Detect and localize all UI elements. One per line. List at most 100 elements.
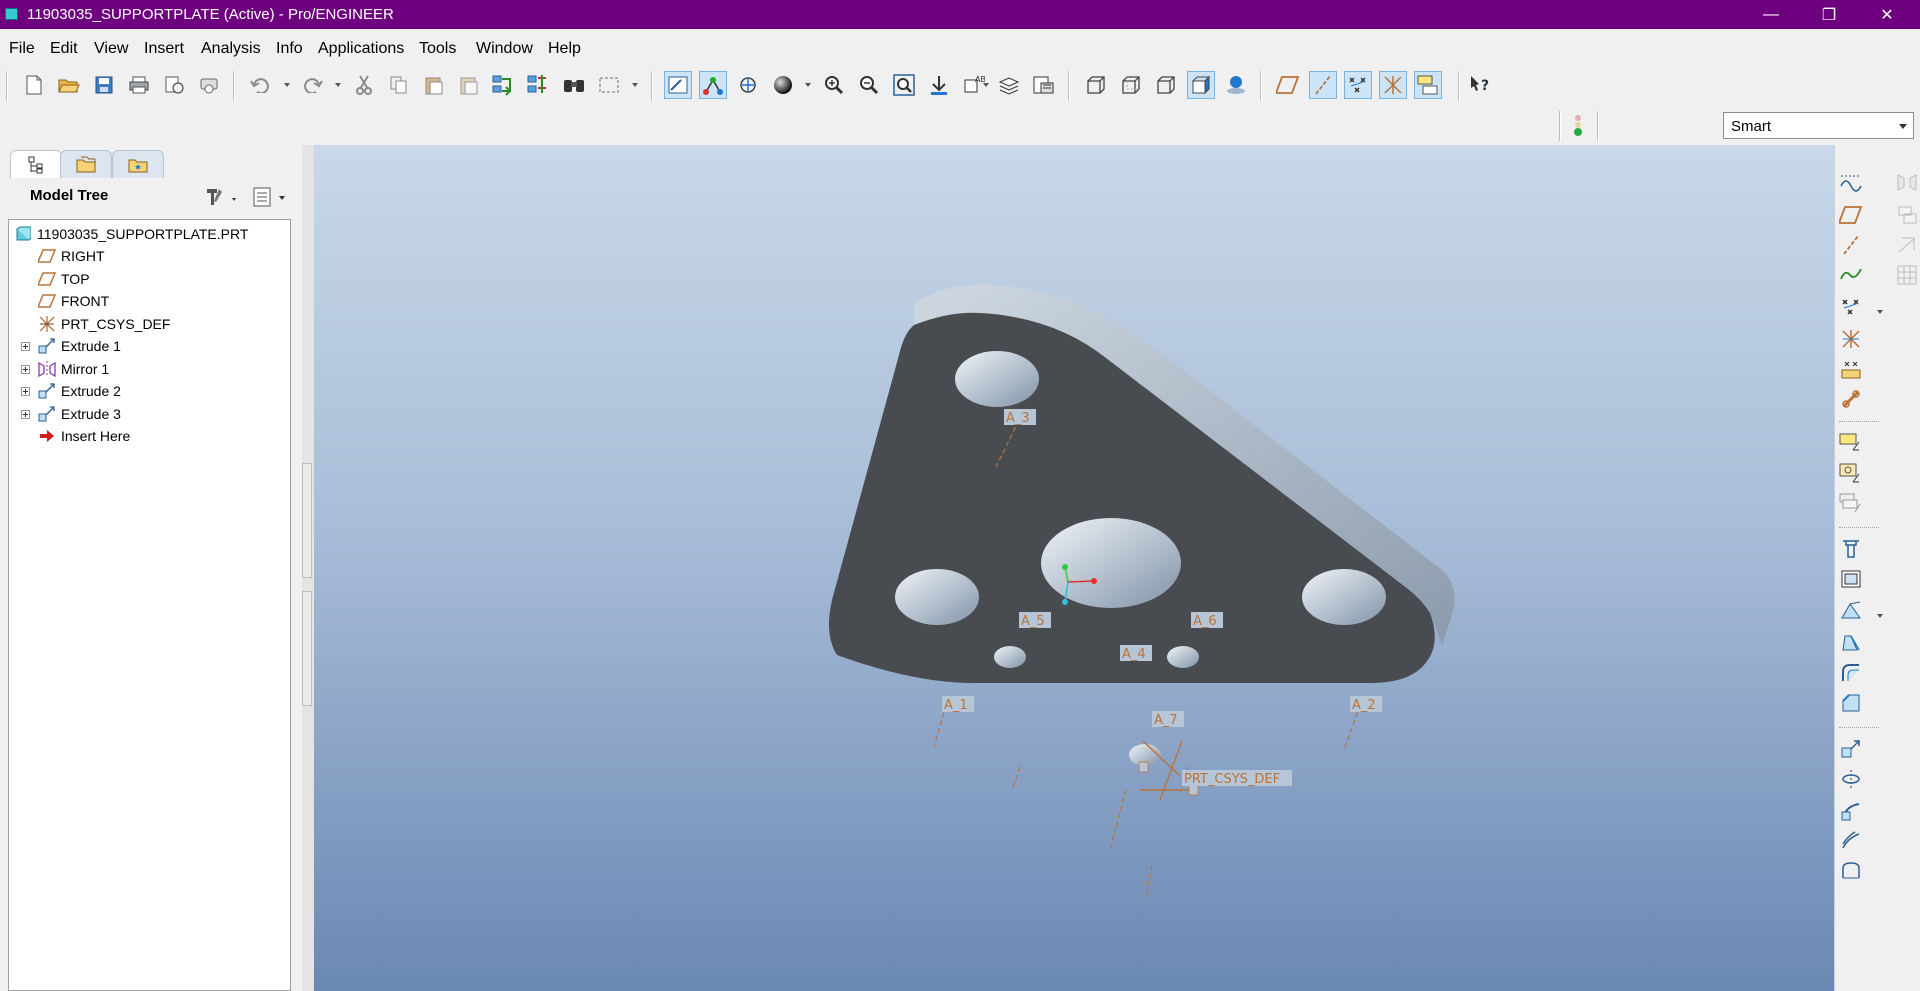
tab-model-tree[interactable]	[10, 150, 62, 178]
spin-center-icon[interactable]	[699, 71, 727, 99]
menu-insert[interactable]: Insert	[144, 40, 184, 58]
send-email-icon[interactable]	[160, 71, 188, 99]
cut-icon[interactable]	[350, 71, 378, 99]
tree-settings-button[interactable]	[203, 185, 243, 209]
paste-icon[interactable]	[420, 71, 448, 99]
menu-edit[interactable]: Edit	[50, 40, 78, 58]
graphics-window[interactable]: A_3 A_5 A_6 A_4 A_1 A_2 A_7 PRT_CSYS_DEF	[314, 145, 1834, 991]
zoom-out-icon[interactable]	[855, 71, 883, 99]
rib-tool-icon[interactable]	[1837, 597, 1865, 625]
sweep-tool-icon[interactable]	[1837, 797, 1865, 825]
menu-view[interactable]: View	[94, 40, 128, 58]
expand-extrude-3[interactable]	[21, 410, 30, 419]
csys-display-icon[interactable]	[1379, 71, 1407, 99]
csys-tool-icon[interactable]	[1837, 325, 1865, 353]
regenerate-icon[interactable]	[490, 71, 518, 99]
tree-item-csys[interactable]: PRT_CSYS_DEF	[37, 314, 170, 334]
menu-file[interactable]: File	[9, 40, 35, 58]
undo-dropdown-icon[interactable]	[284, 83, 290, 87]
repaint-icon[interactable]	[664, 71, 692, 99]
splitter-handle-top[interactable]	[302, 463, 312, 578]
splitter-handle-bottom[interactable]	[302, 591, 312, 706]
hole-tool-icon[interactable]	[1837, 535, 1865, 563]
tree-item-front[interactable]: FRONT	[37, 291, 109, 311]
datum-axes-display-icon[interactable]	[1309, 71, 1337, 99]
menu-analysis[interactable]: Analysis	[201, 40, 261, 58]
blend-tool-icon[interactable]	[1837, 827, 1865, 855]
tree-display-button[interactable]	[252, 185, 292, 209]
mirror-tool-icon[interactable]	[1893, 169, 1920, 197]
context-help-icon[interactable]: ?	[1468, 71, 1496, 99]
tree-item-insert-here[interactable]: Insert Here	[37, 426, 130, 446]
print-icon[interactable]	[125, 71, 153, 99]
menu-tools[interactable]: Tools	[419, 40, 456, 58]
regeneration-manager-icon[interactable]	[525, 71, 553, 99]
rib-dropdown-icon[interactable]	[1877, 614, 1883, 618]
trim-tool-icon[interactable]	[1893, 231, 1920, 259]
round-tool-icon[interactable]	[1837, 659, 1865, 687]
sketch-tool-icon[interactable]	[1837, 169, 1865, 197]
expand-extrude-1[interactable]	[21, 342, 30, 351]
panel-splitter[interactable]	[302, 145, 314, 991]
open-folder-icon[interactable]	[55, 71, 83, 99]
menu-info[interactable]: Info	[276, 40, 303, 58]
shading-sphere-icon[interactable]	[769, 71, 797, 99]
pattern-tool-icon[interactable]	[1893, 261, 1920, 289]
tree-item-mirror-1[interactable]: Mirror 1	[37, 359, 109, 379]
save-icon[interactable]	[90, 71, 118, 99]
enhanced-realism-icon[interactable]	[1222, 71, 1250, 99]
part-model-view[interactable]: A_3 A_5 A_6 A_4 A_1 A_2 A_7 PRT_CSYS_DEF	[314, 145, 1834, 991]
undo-icon[interactable]	[247, 71, 275, 99]
reference-tool-icon[interactable]	[1837, 385, 1865, 413]
shading-icon[interactable]	[1187, 71, 1215, 99]
paste-special-icon[interactable]	[455, 71, 483, 99]
draft-tool-icon[interactable]	[1837, 629, 1865, 657]
menu-window[interactable]: Window	[476, 40, 533, 58]
select-box-icon[interactable]	[595, 71, 623, 99]
new-file-icon[interactable]	[20, 71, 48, 99]
datum-planes-display-icon[interactable]	[1274, 71, 1302, 99]
revolve-tool-icon[interactable]	[1837, 765, 1865, 793]
merge-tool-icon[interactable]	[1893, 201, 1920, 229]
menu-applications[interactable]: Applications	[318, 40, 404, 58]
boundary-blend-tool-icon[interactable]	[1837, 857, 1865, 885]
refit-icon[interactable]	[890, 71, 918, 99]
extrude-tool-icon[interactable]	[1837, 735, 1865, 763]
annotation-display-icon[interactable]	[1414, 71, 1442, 99]
tree-item-extrude-2[interactable]: Extrude 2	[37, 381, 121, 401]
menu-help[interactable]: Help	[548, 40, 581, 58]
datum-point-tool-icon[interactable]	[1837, 293, 1865, 321]
copy-icon[interactable]	[385, 71, 413, 99]
redo-icon[interactable]	[298, 71, 326, 99]
tree-item-top[interactable]: TOP	[37, 269, 90, 289]
tab-favorites[interactable]	[112, 150, 164, 178]
select-dropdown-icon[interactable]	[632, 83, 638, 87]
layer-note-tool-icon[interactable]	[1837, 489, 1865, 517]
tab-folder-browser[interactable]	[60, 150, 112, 178]
close-button[interactable]: ✕	[1858, 0, 1916, 29]
surface-finish-tool-icon[interactable]	[1837, 459, 1865, 487]
datum-points-display-icon[interactable]	[1344, 71, 1372, 99]
no-hidden-icon[interactable]	[1152, 71, 1180, 99]
reorient-icon[interactable]	[925, 71, 953, 99]
chamfer-tool-icon[interactable]	[1837, 689, 1865, 717]
shading-dropdown-icon[interactable]	[805, 83, 811, 87]
minimize-button[interactable]: —	[1742, 0, 1800, 29]
hidden-line-icon[interactable]	[1117, 71, 1145, 99]
datum-point-dropdown-icon[interactable]	[1877, 310, 1883, 314]
layers-icon[interactable]	[995, 71, 1023, 99]
tree-item-extrude-1[interactable]: Extrude 1	[37, 336, 121, 356]
find-binoculars-icon[interactable]	[560, 71, 588, 99]
shell-tool-icon[interactable]	[1837, 565, 1865, 593]
datum-axis-tool-icon[interactable]	[1837, 231, 1865, 259]
wireframe-icon[interactable]	[1082, 71, 1110, 99]
note-tool-icon[interactable]	[1837, 429, 1865, 457]
analysis-tool-icon[interactable]	[1837, 355, 1865, 383]
selection-filter-select[interactable]: Smart	[1723, 112, 1914, 139]
expand-extrude-2[interactable]	[21, 387, 30, 396]
restore-button[interactable]: ❐	[1800, 0, 1858, 29]
datum-curve-tool-icon[interactable]	[1837, 261, 1865, 289]
expand-mirror-1[interactable]	[21, 365, 30, 374]
traffic-light-icon[interactable]	[1571, 114, 1585, 138]
redo-dropdown-icon[interactable]	[335, 83, 341, 87]
